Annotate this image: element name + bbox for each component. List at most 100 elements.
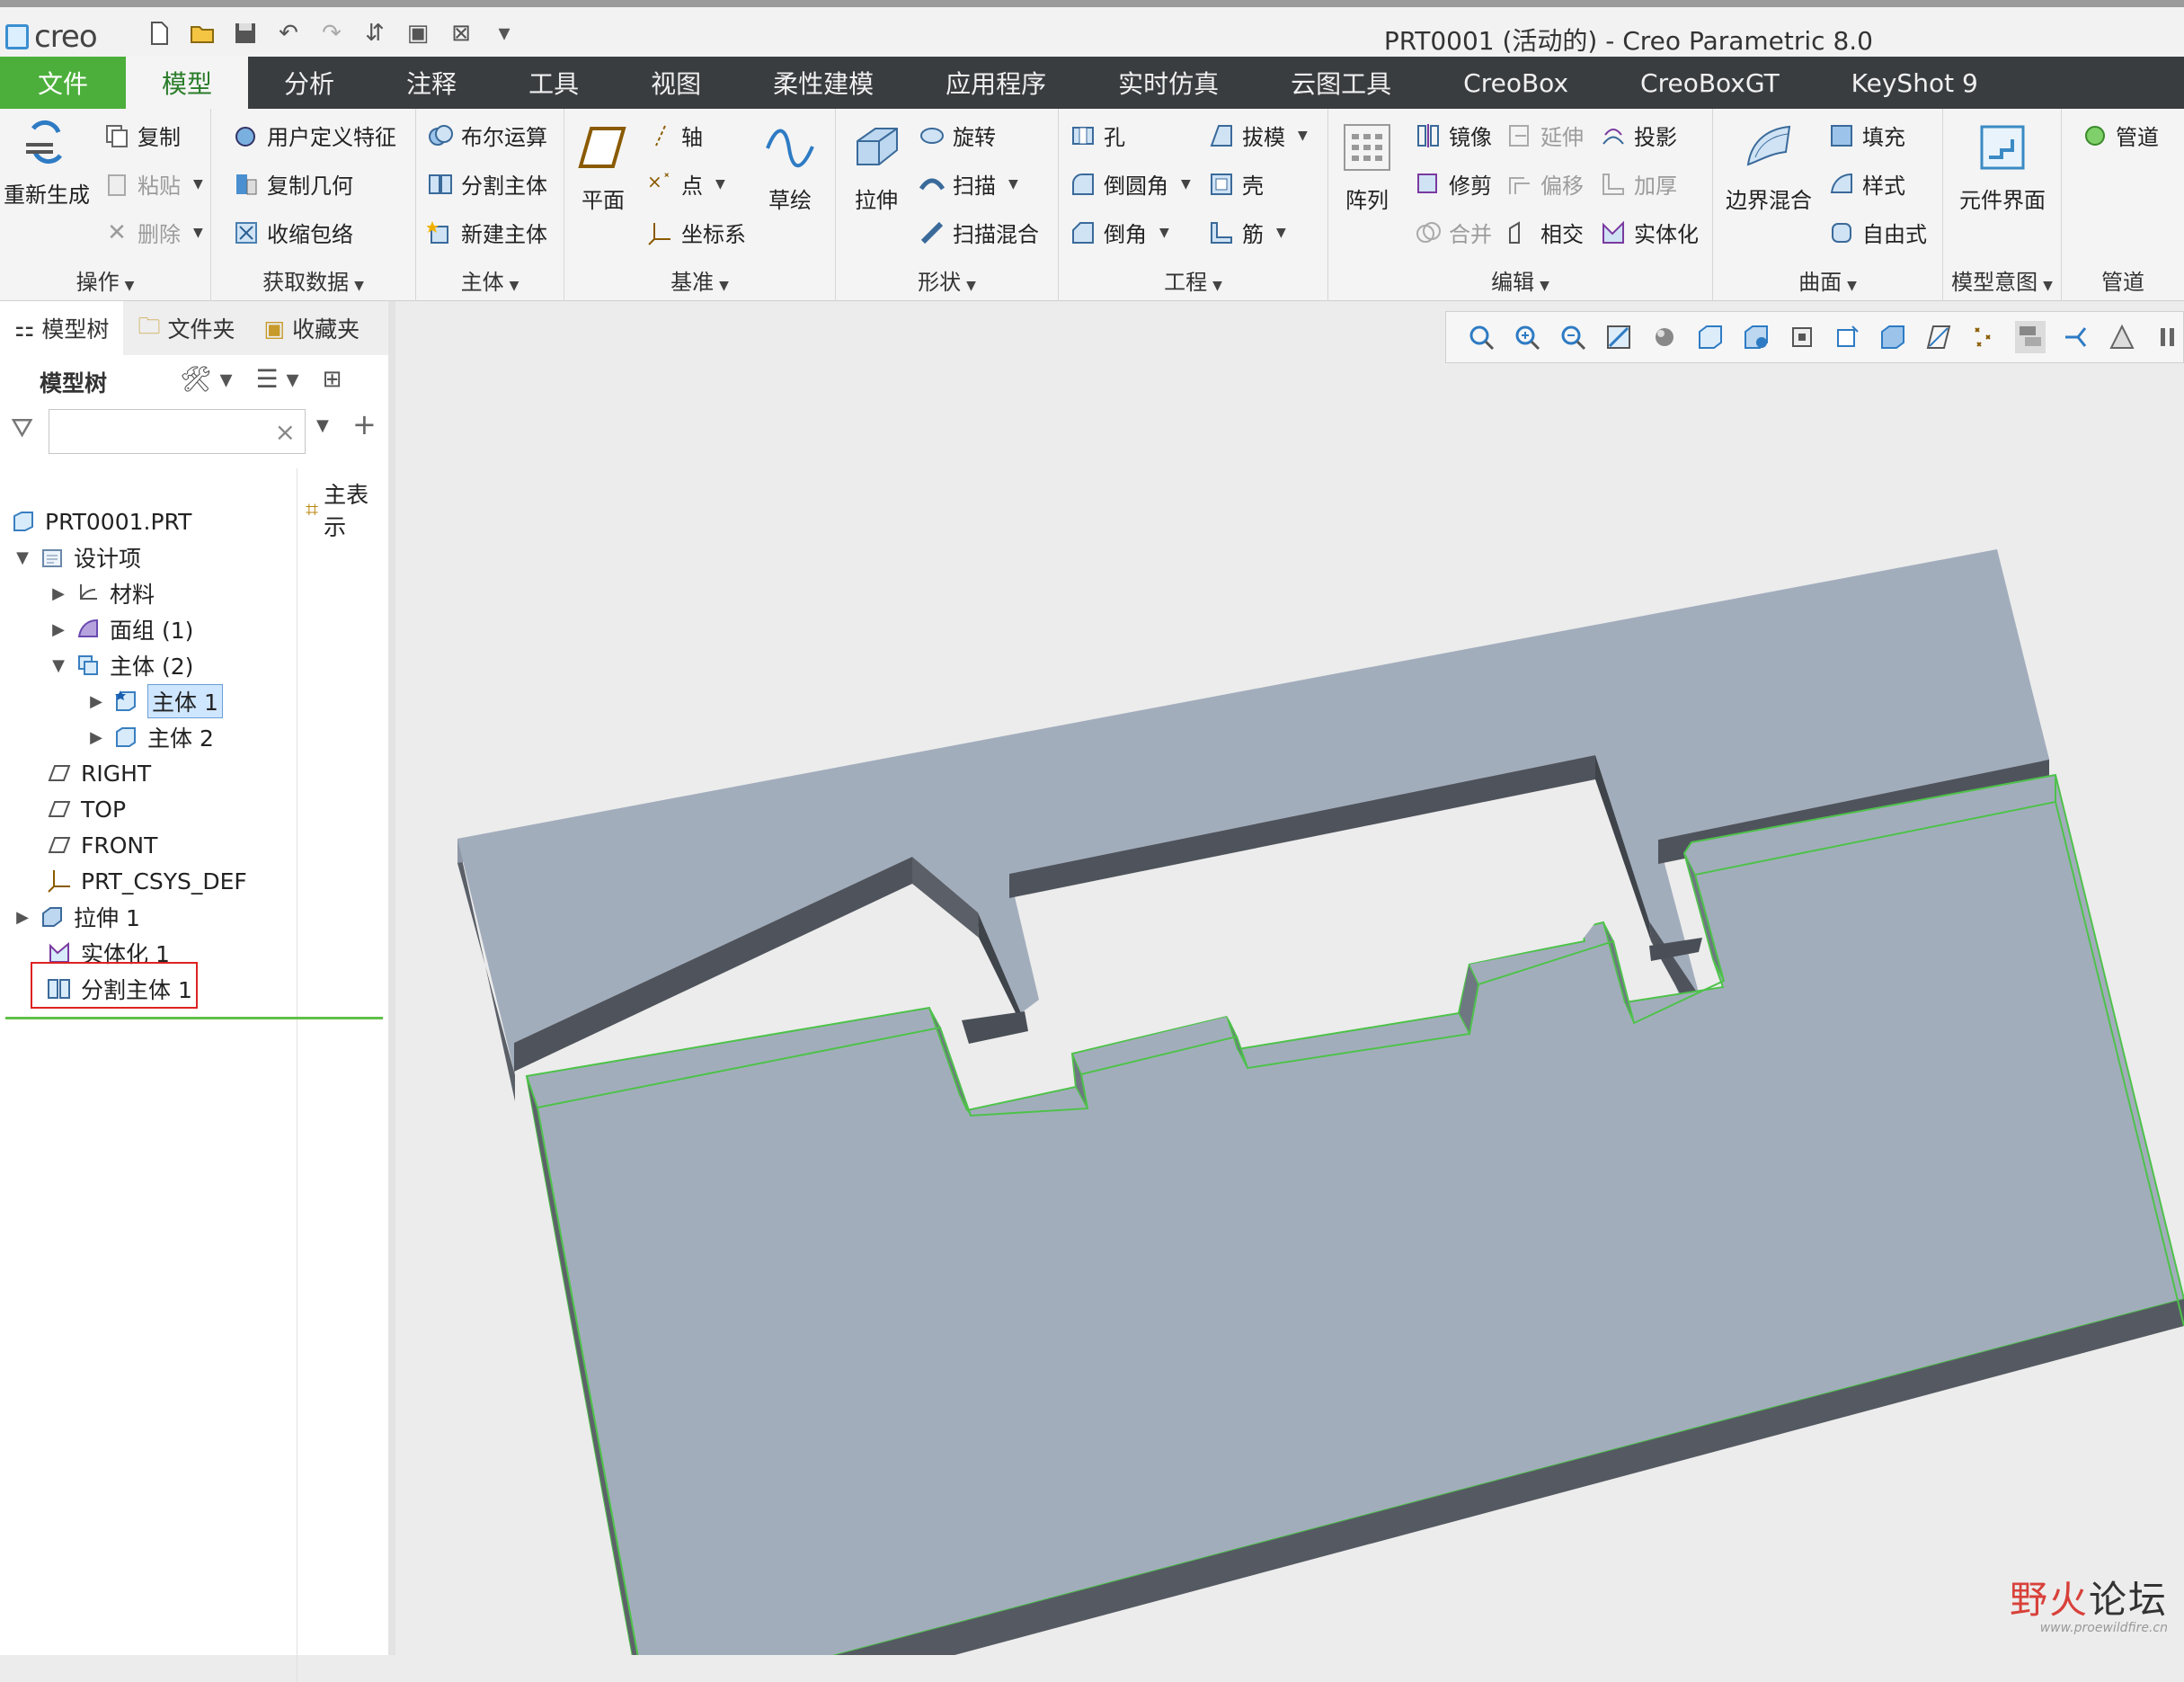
copy-geometry-button[interactable]: 复制几何 xyxy=(233,168,353,200)
shrinkwrap-button[interactable]: 收缩包络 xyxy=(233,217,353,248)
project-button[interactable]: 投影 xyxy=(1600,120,1677,151)
tree-node-top[interactable]: TOP xyxy=(47,792,126,826)
tab-folder-browser[interactable]: 🗀 文件夹 xyxy=(123,301,249,355)
tree-node-csys[interactable]: PRT_CSYS_DEF xyxy=(47,864,247,898)
tab-creobox[interactable]: CreoBox xyxy=(1427,57,1604,109)
show-list-icon[interactable]: ☰ ▾ xyxy=(256,364,299,394)
tab-analysis[interactable]: 分析 xyxy=(248,57,370,109)
tree-node-body-2[interactable]: ▶ 主体 2 xyxy=(88,720,214,754)
graphics-area[interactable]: 野火论坛 www.proewildfire.cn xyxy=(395,301,2184,1655)
pause-icon[interactable] xyxy=(2152,321,2183,353)
group-title-engineering[interactable]: 工程 ▼ xyxy=(1059,264,1327,296)
fill-button[interactable]: 填充 xyxy=(1828,120,1905,151)
tab-favorites[interactable]: ▣ 收藏夹 xyxy=(249,301,374,355)
tab-applications[interactable]: 应用程序 xyxy=(910,57,1082,109)
point-button[interactable]: ×˟ 点 ▼ xyxy=(647,168,725,200)
delete-button[interactable]: ✕ 删除 ▼ xyxy=(103,217,203,248)
shell-button[interactable]: 壳 xyxy=(1208,168,1264,200)
tree-node-body-1[interactable]: ▶ 主体 1 xyxy=(88,684,223,718)
tree-node-extrude-1[interactable]: ▶ 拉伸 1 xyxy=(14,900,140,934)
annotation-display-icon[interactable] xyxy=(2060,321,2091,353)
display-style-icon[interactable] xyxy=(1649,321,1681,353)
expand-arrow-icon[interactable]: ▶ xyxy=(50,620,67,639)
tree-node-quilts[interactable]: ▶ 面组 (1) xyxy=(50,612,193,646)
draft-button[interactable]: 拔模 ▼ xyxy=(1208,120,1308,151)
sweep-button[interactable]: 扫描 ▼ xyxy=(919,168,1018,200)
tab-keyshot[interactable]: KeyShot 9 xyxy=(1816,57,2014,109)
tree-node-front[interactable]: FRONT xyxy=(47,828,157,862)
solidify-button[interactable]: 实体化 xyxy=(1600,217,1699,248)
copy-button[interactable]: 复制 xyxy=(103,120,181,151)
column-primary-representation[interactable]: ⌗ 主表示 xyxy=(306,477,388,542)
redo-icon[interactable]: ↷ xyxy=(316,18,347,49)
udf-button[interactable]: 用户定义特征 xyxy=(233,120,396,151)
boundary-blend-button[interactable]: 边界混合 xyxy=(1726,121,1812,214)
expand-arrow-icon[interactable]: ▶ xyxy=(14,908,31,927)
tab-creoboxgt[interactable]: CreoBoxGT xyxy=(1604,57,1816,109)
regenerate-button[interactable]: 重新生成 xyxy=(4,116,90,209)
thicken-button[interactable]: 加厚 xyxy=(1600,168,1677,200)
datum-point-display-icon[interactable] xyxy=(1969,321,2001,353)
saved-orientations-icon[interactable] xyxy=(1694,321,1726,353)
collapse-arrow-icon[interactable]: ▼ xyxy=(14,548,31,567)
rib-button[interactable]: 筋 ▼ xyxy=(1208,217,1286,248)
mirror-button[interactable]: 镜像 xyxy=(1415,120,1492,151)
group-title-body[interactable]: 主体 ▼ xyxy=(416,264,564,296)
component-interface-button[interactable]: 元件界面 xyxy=(1959,121,2046,214)
zoom-in-icon[interactable] xyxy=(1512,321,1543,353)
merge-button[interactable]: 合并 xyxy=(1415,217,1492,248)
csys-button[interactable]: 坐标系 xyxy=(647,217,746,248)
search-dropdown-icon[interactable]: ▼ xyxy=(316,416,329,435)
trim-button[interactable]: 修剪 xyxy=(1415,168,1492,200)
settings-tools-icon[interactable]: 🛠 ▾ xyxy=(180,364,233,394)
group-title-surfaces[interactable]: 曲面 ▼ xyxy=(1713,264,1942,296)
extrude-button[interactable]: 拉伸 xyxy=(850,121,902,214)
tree-filter-visibility-icon[interactable]: ⊞ xyxy=(323,366,342,393)
zoom-out-icon[interactable] xyxy=(1558,321,1589,353)
filter-icon[interactable]: ⛛ xyxy=(11,413,33,444)
expand-arrow-icon[interactable]: ▶ xyxy=(88,728,104,747)
group-title-operations[interactable]: 操作 ▼ xyxy=(0,264,210,296)
tab-tools[interactable]: 工具 xyxy=(493,57,615,109)
freestyle-button[interactable]: 自由式 xyxy=(1828,217,1927,248)
view-manager-icon[interactable] xyxy=(1740,321,1771,353)
style-button[interactable]: 样式 xyxy=(1828,168,1905,200)
boolean-button[interactable]: 布尔运算 xyxy=(427,120,547,151)
refit-icon[interactable] xyxy=(1466,321,1497,353)
tree-node-right[interactable]: RIGHT xyxy=(47,756,151,790)
new-body-button[interactable]: 新建主体 xyxy=(427,217,547,248)
group-title-get-data[interactable]: 获取数据 ▼ xyxy=(211,264,415,296)
add-column-icon[interactable]: + xyxy=(352,407,377,441)
hole-button[interactable]: 孔 xyxy=(1070,120,1125,151)
group-title-editing[interactable]: 编辑 ▼ xyxy=(1328,264,1712,296)
plane-button[interactable]: 平面 xyxy=(577,121,629,214)
revolve-button[interactable]: 旋转 xyxy=(919,120,996,151)
datum-plane-display-icon[interactable] xyxy=(1923,321,1955,353)
tree-node-bodies[interactable]: ▼ 主体 (2) xyxy=(50,648,193,682)
tab-file[interactable]: 文件 xyxy=(0,57,127,109)
tab-flexible-modeling[interactable]: 柔性建模 xyxy=(737,57,910,109)
paste-button[interactable]: 粘贴 ▼ xyxy=(103,168,203,200)
pipe-button[interactable]: 管道 xyxy=(2082,120,2159,151)
clear-search-icon[interactable]: × xyxy=(275,417,296,447)
customize-dropdown-icon[interactable]: ▾ xyxy=(489,18,519,49)
tab-live-simulation[interactable]: 实时仿真 xyxy=(1082,57,1255,109)
undo-icon[interactable]: ↶ xyxy=(273,18,304,49)
insert-indicator[interactable] xyxy=(5,1017,383,1019)
tree-search-input[interactable]: × xyxy=(49,409,306,454)
tab-cloud-tools[interactable]: 云图工具 xyxy=(1255,57,1427,109)
extend-button[interactable]: 延伸 xyxy=(1506,120,1584,151)
model-3d-view[interactable] xyxy=(395,301,2184,1655)
windows-icon[interactable]: ▣ xyxy=(403,18,433,49)
tree-node-part[interactable]: PRT0001.PRT xyxy=(11,504,191,538)
group-title-model-intent[interactable]: 模型意图 ▼ xyxy=(1943,264,2061,296)
regenerate-small-icon[interactable]: ⇵ xyxy=(360,18,390,49)
sketch-button[interactable]: 草绘 xyxy=(764,121,816,214)
tab-model[interactable]: 模型 xyxy=(126,57,249,109)
intersect-button[interactable]: 相交 xyxy=(1506,217,1584,248)
group-title-shapes[interactable]: 形状 ▼ xyxy=(836,264,1058,296)
spin-center-icon[interactable] xyxy=(1832,321,1863,353)
group-title-datum[interactable]: 基准 ▼ xyxy=(564,264,835,296)
pattern-button[interactable]: 阵列 xyxy=(1341,121,1393,214)
tab-model-tree[interactable]: ⚏ 模型树 xyxy=(0,301,124,355)
